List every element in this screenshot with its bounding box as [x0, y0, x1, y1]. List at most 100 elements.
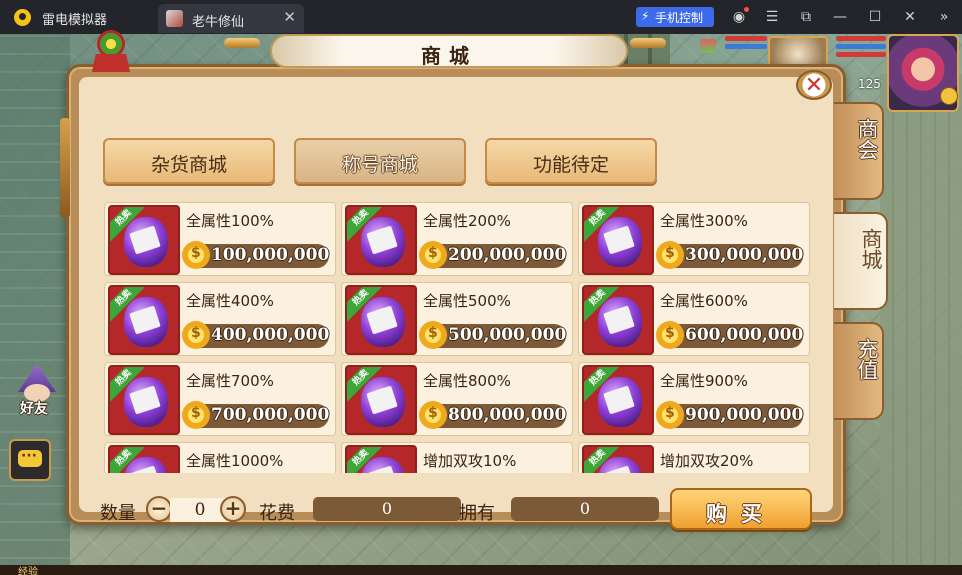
- menu-icon[interactable]: ☰: [763, 8, 781, 26]
- shop-item-card[interactable]: 热卖全属性800% 800,000,000: [341, 362, 573, 436]
- shop-item-card[interactable]: 热卖 全属性1000%: [104, 442, 336, 473]
- shop-item-card[interactable]: 热卖全属性900% 900,000,000: [578, 362, 810, 436]
- lightning-icon: ⚡: [641, 9, 650, 23]
- background-wall-right: [880, 74, 962, 575]
- title-bag-icon: 热卖: [582, 285, 654, 355]
- minimize-icon[interactable]: —: [831, 8, 849, 26]
- quantity-label: 数量: [100, 503, 136, 524]
- shop-item-card[interactable]: 热卖全属性500% 500,000,000: [341, 282, 573, 356]
- shop-item-card[interactable]: 热卖全属性100% 100,000,000: [104, 202, 336, 276]
- popout-icon[interactable]: ⧉: [797, 8, 815, 26]
- gold-coin-icon: [419, 321, 447, 349]
- item-name: 全属性100%: [186, 212, 274, 230]
- lantern-emblem-icon: [90, 30, 132, 76]
- item-price: 500,000,000: [448, 325, 567, 345]
- window-close-icon[interactable]: ✕: [901, 8, 919, 26]
- scroll-rod-left: [224, 38, 260, 48]
- item-name: 全属性200%: [423, 212, 511, 230]
- category-titles-label: 称号商城: [341, 154, 418, 176]
- shop-item-card[interactable]: 热卖全属性300% 300,000,000: [578, 202, 810, 276]
- shop-item-card[interactable]: 热卖全属性700% 700,000,000: [104, 362, 336, 436]
- item-name: 全属性300%: [660, 212, 748, 230]
- game-tab[interactable]: 老牛修仙 ✕: [158, 4, 304, 33]
- tab-guild-shop-label: 商会: [855, 118, 879, 160]
- item-price: 300,000,000: [685, 245, 804, 265]
- cost-field: 0: [313, 497, 461, 521]
- buy-button[interactable]: 购买: [670, 488, 812, 530]
- chat-bubble-icon: [18, 448, 42, 467]
- title-bag-icon: 热卖: [345, 365, 417, 435]
- gold-coin-icon: [182, 401, 210, 429]
- tab-mall[interactable]: 商城: [834, 212, 888, 310]
- item-price: 400,000,000: [211, 325, 330, 345]
- title-bag-icon: 热卖: [108, 365, 180, 435]
- title-bag-icon: 热卖: [108, 285, 180, 355]
- owned-value: 0: [579, 499, 591, 518]
- category-groceries-label: 杂货商城: [150, 154, 227, 176]
- shop-title: 商城: [421, 44, 477, 68]
- gold-coin-icon: [182, 241, 210, 269]
- tab-guild-shop[interactable]: 商会: [834, 102, 884, 200]
- lantern-top: [97, 30, 125, 58]
- shop-item-card[interactable]: 热卖 增加双攻20%: [578, 442, 810, 473]
- title-bag-icon: 热卖: [582, 205, 654, 275]
- pet-status-bars: [725, 36, 767, 52]
- plus-icon: +: [224, 496, 242, 520]
- hero-rage-bar: [836, 52, 886, 57]
- shop-item-card[interactable]: 热卖全属性200% 200,000,000: [341, 202, 573, 276]
- tab-recharge[interactable]: 充值: [834, 322, 884, 420]
- gold-coin-icon: [419, 401, 447, 429]
- quantity-decrease-button[interactable]: −: [146, 496, 172, 522]
- friends-label: 好友: [20, 401, 48, 417]
- item-name: 增加双攻20%: [660, 452, 754, 470]
- shop-item-card[interactable]: 热卖全属性600% 600,000,000: [578, 282, 810, 356]
- quantity-increase-button[interactable]: +: [220, 496, 246, 522]
- item-name: 全属性900%: [660, 372, 748, 390]
- shop-item-card[interactable]: 热卖全属性400% 400,000,000: [104, 282, 336, 356]
- title-bag-icon: 热卖: [582, 365, 654, 435]
- gold-coin-icon: [656, 401, 684, 429]
- emulator-logo-icon: [14, 9, 31, 26]
- maximize-icon[interactable]: ☐: [866, 8, 884, 26]
- friends-button[interactable]: 好友: [12, 364, 62, 418]
- hero-mp-bar: [836, 44, 886, 49]
- tassel-ornament: [60, 118, 70, 218]
- item-grid: 热卖全属性100%100,000,000热卖全属性200%200,000,000…: [102, 202, 812, 473]
- title-bag-icon: 热卖: [345, 285, 417, 355]
- title-bag-icon: 热卖: [582, 445, 654, 473]
- phone-control-button[interactable]: ⚡ 手机控制: [636, 7, 714, 27]
- item-name: 全属性800%: [423, 372, 511, 390]
- gold-coin-icon: [656, 241, 684, 269]
- minus-icon: −: [150, 496, 168, 520]
- category-pending-label: 功能待定: [532, 154, 609, 176]
- notification-dot: [744, 7, 749, 12]
- owned-label: 拥有: [459, 503, 495, 524]
- gold-coin-icon: [656, 321, 684, 349]
- shop-close-button[interactable]: ✕: [796, 70, 832, 100]
- hero-status-bars: [836, 36, 886, 60]
- item-name: 全属性500%: [423, 292, 511, 310]
- item-price: 900,000,000: [685, 405, 804, 425]
- game-tab-title: 老牛修仙: [192, 15, 245, 30]
- scroll-rod-right: [630, 38, 666, 48]
- chat-button[interactable]: [9, 439, 51, 481]
- hero-hp-bar: [836, 36, 886, 41]
- category-titles-button[interactable]: 称号商城: [294, 138, 466, 184]
- experience-bar: [0, 565, 962, 575]
- shop-item-card[interactable]: 热卖 增加双攻10%: [341, 442, 573, 473]
- category-groceries-button[interactable]: 杂货商城: [103, 138, 275, 184]
- tab-close-icon[interactable]: ✕: [283, 8, 296, 26]
- item-name: 全属性600%: [660, 292, 748, 310]
- item-price: 600,000,000: [685, 325, 804, 345]
- lantern-base: [92, 54, 130, 72]
- item-name: 全属性700%: [186, 372, 274, 390]
- category-pending-button[interactable]: 功能待定: [485, 138, 657, 184]
- shop-title-plaque: 商城: [270, 34, 628, 68]
- item-name: 全属性1000%: [186, 452, 284, 470]
- gold-coin-icon: [182, 321, 210, 349]
- cost-label: 花费: [259, 503, 295, 524]
- phone-control-label: 手机控制: [655, 11, 704, 25]
- gem-icon: [700, 39, 716, 53]
- expand-sidebar-icon[interactable]: »: [935, 8, 953, 26]
- hero-badge-icon: [940, 87, 958, 105]
